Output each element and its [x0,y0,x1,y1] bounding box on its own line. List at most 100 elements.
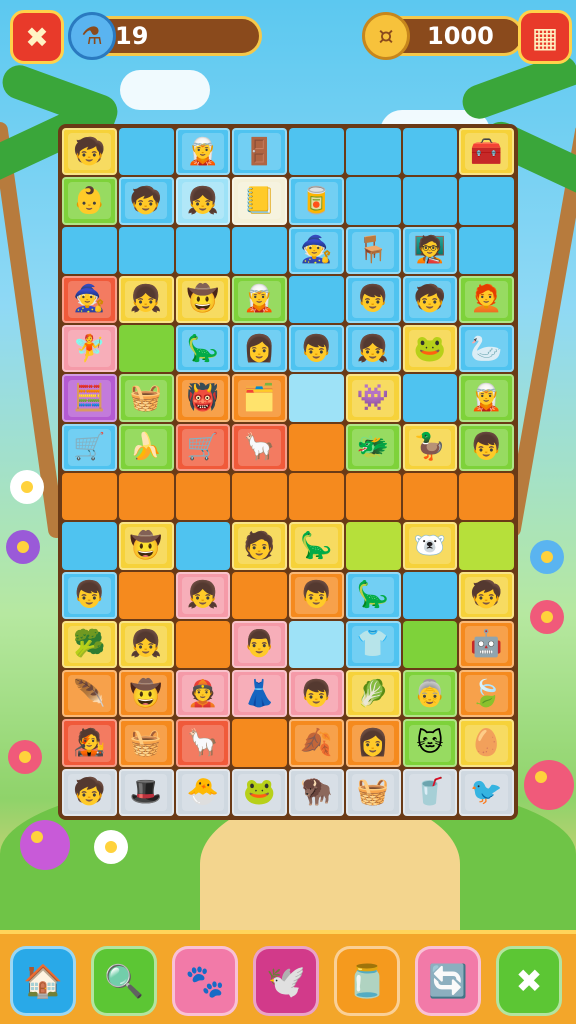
board-cell[interactable] [289,374,344,422]
board-tile[interactable]: 👦 [62,571,117,619]
board-cell[interactable] [232,719,287,767]
board-tile[interactable]: 🐸 [232,768,287,816]
board-cell[interactable] [402,177,458,225]
board-tile[interactable]: 👩 [345,719,401,767]
board-cell[interactable] [175,522,231,570]
board-cell[interactable] [402,128,458,176]
board-cell[interactable] [118,226,174,274]
board-tile[interactable]: 🐣 [175,768,231,816]
board-tile[interactable]: 🥦 [62,620,117,669]
board-tile[interactable]: 🧚 [62,325,117,373]
board-tile[interactable]: 🛒 [62,423,117,471]
board-tile[interactable]: 🗂️ [232,374,287,422]
bird-button[interactable]: 🕊️ [253,946,319,1016]
board-tile[interactable]: 🦢 [459,325,514,373]
board-tile[interactable]: 👧 [345,325,401,373]
board-tile[interactable]: 👲 [175,670,231,718]
board-tile[interactable]: 🦙 [232,423,287,471]
board-cell[interactable] [402,620,458,669]
board-tile[interactable]: 🧙 [289,226,344,274]
search-button[interactable]: 🔍 [91,946,157,1016]
board-cell[interactable] [345,522,401,570]
board-tile[interactable]: 🧑‍🏫 [402,226,458,274]
board-cell[interactable] [459,177,514,225]
home-button[interactable]: 🏠 [10,946,76,1016]
board-tile[interactable]: 🐦 [459,768,514,816]
board-tile[interactable]: 🍌 [118,423,174,471]
board-tile[interactable]: 🧒 [118,177,174,225]
board-tile[interactable]: 🐻‍❄️ [402,522,458,570]
board-cell[interactable] [175,472,231,521]
board-tile[interactable]: 🤠 [118,522,174,570]
board-tile[interactable]: 🧺 [345,768,401,816]
board-tile[interactable]: 👶 [62,177,117,225]
board-tile[interactable]: 👦 [345,275,401,324]
board-tile[interactable]: 🤠 [175,275,231,324]
board-tile[interactable]: 👵 [402,670,458,718]
close-button[interactable]: ✖ [10,10,64,64]
board-tile[interactable]: 🧒 [459,571,514,619]
board-cell[interactable] [62,522,117,570]
board-tile[interactable]: 🧰 [459,128,514,176]
board-cell[interactable] [459,522,514,570]
board-tile[interactable]: 🦆 [402,423,458,471]
board-cell[interactable] [459,472,514,521]
board-tile[interactable]: 👕 [345,620,401,669]
board-cell[interactable] [118,472,174,521]
board-tile[interactable]: 🧺 [118,374,174,422]
board-tile[interactable]: 🧑 [232,522,287,570]
board-tile[interactable]: 👾 [345,374,401,422]
board-tile[interactable]: 👨 [232,620,287,669]
board-tile[interactable]: 🧺 [118,719,174,767]
refresh-button[interactable]: 🔄 [415,946,481,1016]
board-tile[interactable]: 🐲 [345,423,401,471]
board-tile[interactable]: 🪶 [62,670,117,718]
board-tile[interactable]: 👦 [289,325,344,373]
board-tile[interactable]: 👧 [175,571,231,619]
board-tile[interactable]: 🦕 [345,571,401,619]
board-cell[interactable] [402,374,458,422]
board-tile[interactable]: 🐱 [402,719,458,767]
menu-button[interactable]: ▦ [518,10,572,64]
board-tile[interactable]: 🐸 [402,325,458,373]
board-cell[interactable] [175,226,231,274]
board-tile[interactable]: 👦 [459,423,514,471]
board-tile[interactable]: 🥤 [402,768,458,816]
board-cell[interactable] [232,571,287,619]
board-tile[interactable]: 👧 [175,177,231,225]
board-tile[interactable]: 🪑 [345,226,401,274]
board-tile[interactable]: 👧 [118,275,174,324]
board-tile[interactable]: 🧒 [402,275,458,324]
board-tile[interactable]: 🧑‍🦰 [459,275,514,324]
board-cell[interactable] [118,128,174,176]
paw-button[interactable]: 🐾 [172,946,238,1016]
board-cell[interactable] [232,226,287,274]
board-tile[interactable]: 📒 [232,177,287,225]
board-cell[interactable] [118,325,174,373]
board-tile[interactable]: 🦕 [175,325,231,373]
board-tile[interactable]: 🎩 [118,768,174,816]
board-cell[interactable] [289,275,344,324]
board-cell[interactable] [118,571,174,619]
board-cell[interactable] [402,472,458,521]
board-cell[interactable] [459,226,514,274]
board-tile[interactable]: 🥫 [289,177,344,225]
board-tile[interactable]: 🧒 [62,768,117,816]
board-cell[interactable] [289,620,344,669]
board-cell[interactable] [289,423,344,471]
board-tile[interactable]: 🤖 [459,620,514,669]
board-tile[interactable]: 👗 [232,670,287,718]
board-tile[interactable]: 🧝 [175,128,231,176]
board-tile[interactable]: 🚪 [232,128,287,176]
board-tile[interactable]: 👹 [175,374,231,422]
board-tile[interactable]: 🧝 [459,374,514,422]
board-cell[interactable] [345,128,401,176]
board-tile[interactable]: 🧮 [62,374,117,422]
close-button[interactable]: ✖ [496,946,562,1016]
board-cell[interactable] [345,472,401,521]
board-tile[interactable]: 🥚 [459,719,514,767]
board-tile[interactable]: 🛒 [175,423,231,471]
board-tile[interactable]: 🧝 [232,275,287,324]
board-tile[interactable]: 🧑‍🎤 [62,719,117,767]
board-cell[interactable] [62,472,117,521]
